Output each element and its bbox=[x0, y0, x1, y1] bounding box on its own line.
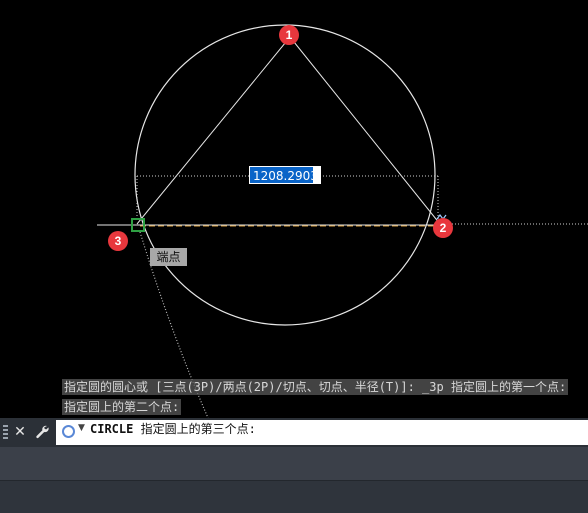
command-input[interactable]: ▼ CIRCLE 指定圆上的第三个点: bbox=[56, 420, 588, 445]
triangle-edge-top-left bbox=[136, 36, 291, 225]
marker-badge-2: 2 bbox=[433, 218, 453, 238]
command-prompt: CIRCLE 指定圆上的第三个点: bbox=[90, 420, 256, 445]
command-name: CIRCLE bbox=[90, 422, 134, 436]
marker-badge-1: 1 bbox=[279, 25, 299, 45]
status-bar-lower bbox=[0, 481, 588, 513]
drag-grip-icon[interactable] bbox=[3, 425, 8, 440]
wrench-icon[interactable] bbox=[32, 422, 52, 442]
close-icon[interactable]: ✕ bbox=[10, 422, 30, 442]
snap-tooltip: 端点 bbox=[150, 248, 187, 266]
dynamic-input-tail bbox=[313, 166, 321, 184]
triangle-edge-top-right bbox=[289, 36, 441, 225]
command-history-line: 指定圆上的第二个点: bbox=[62, 399, 182, 415]
marker-badge-3: 3 bbox=[108, 231, 128, 251]
status-bar-upper bbox=[0, 447, 588, 481]
dynamic-input-field[interactable]: 1208.2903 bbox=[249, 166, 319, 184]
drawing-canvas[interactable] bbox=[0, 0, 588, 420]
recent-commands-icon[interactable] bbox=[62, 425, 75, 438]
chevron-down-icon[interactable]: ▼ bbox=[78, 423, 85, 433]
command-history-line: 指定圆的圆心或 [三点(3P)/两点(2P)/切点、切点、半径(T)]: _3p… bbox=[62, 379, 569, 395]
command-bar: ✕ ▼ CIRCLE 指定圆上的第三个点: bbox=[0, 418, 588, 447]
command-prompt-text: 指定圆上的第三个点: bbox=[140, 422, 256, 436]
